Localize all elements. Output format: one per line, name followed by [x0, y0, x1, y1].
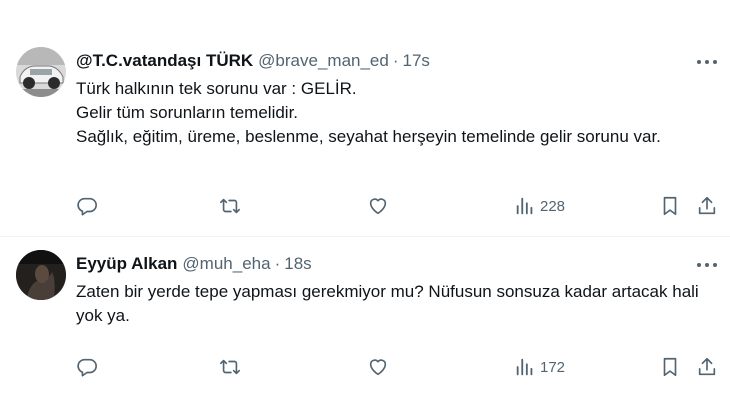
tweet-header: @T.C.vatandaşı TÜRK @brave_man_ed · 17s	[76, 49, 430, 73]
share-icon	[698, 357, 716, 376]
display-name[interactable]: Eyyüp Alkan	[76, 254, 177, 274]
bookmark-button[interactable]	[659, 194, 681, 218]
bar-chart-icon	[516, 197, 533, 215]
share-button[interactable]	[696, 355, 718, 379]
action-bar: 172	[76, 355, 722, 379]
like-button[interactable]	[367, 355, 389, 379]
share-icon	[698, 196, 716, 215]
dark-photo-avatar-icon	[16, 250, 66, 300]
reply-icon	[77, 358, 97, 377]
retweet-icon	[220, 198, 240, 214]
action-bar: 228	[76, 194, 722, 218]
bookmark-icon	[663, 357, 677, 377]
more-dots-icon[interactable]	[694, 255, 720, 275]
views-button[interactable]: 228	[514, 194, 565, 218]
tweet-header: Eyyüp Alkan @muh_eha · 18s	[76, 252, 312, 276]
separator-dot: ·	[392, 51, 399, 70]
heart-icon	[369, 359, 387, 376]
avatar[interactable]	[16, 47, 66, 97]
tweet-text-line: Türk halkının tek sorunu var : GELİR.	[76, 79, 357, 98]
reply-icon	[77, 197, 97, 216]
user-handle[interactable]: @muh_eha	[182, 254, 270, 274]
tweet[interactable]: @T.C.vatandaşı TÜRK @brave_man_ed · 17s …	[0, 0, 730, 236]
tweet[interactable]: Eyyüp Alkan @muh_eha · 18s Zaten bir yer…	[0, 237, 730, 420]
share-button[interactable]	[696, 194, 718, 218]
timestamp[interactable]: 18s	[284, 254, 311, 274]
tweet-text-line: Sağlık, eğitim, üreme, beslenme, seyahat…	[76, 127, 661, 146]
separator-dot: ·	[274, 254, 281, 273]
views-count: 228	[540, 197, 566, 215]
tweet-text: Zaten bir yerde tepe yapması gerekmiyor …	[76, 280, 716, 328]
heart-icon	[369, 198, 387, 215]
views-count: 172	[540, 358, 566, 376]
tweet-text-line: Gelir tüm sorunların temelidir.	[76, 103, 299, 122]
retweet-icon	[220, 359, 240, 375]
car-photo-avatar-icon	[16, 47, 66, 97]
more-dots-icon[interactable]	[694, 52, 720, 72]
retweet-button[interactable]	[219, 355, 241, 379]
retweet-button[interactable]	[219, 194, 241, 218]
bookmark-button[interactable]	[659, 355, 681, 379]
bookmark-icon	[663, 196, 677, 216]
user-handle[interactable]: @brave_man_ed	[258, 51, 389, 71]
bar-chart-icon	[516, 358, 533, 376]
display-name[interactable]: @T.C.vatandaşı TÜRK	[76, 51, 253, 71]
reply-button[interactable]	[76, 355, 98, 379]
reply-button[interactable]	[76, 194, 98, 218]
tweet-text: Türk halkının tek sorunu var : GELİR. Ge…	[76, 77, 716, 149]
avatar[interactable]	[16, 250, 66, 300]
tweet-text-line: Zaten bir yerde tepe yapması gerekmiyor …	[76, 282, 699, 325]
timestamp[interactable]: 17s	[403, 51, 430, 71]
like-button[interactable]	[367, 194, 389, 218]
views-button[interactable]: 172	[514, 355, 565, 379]
